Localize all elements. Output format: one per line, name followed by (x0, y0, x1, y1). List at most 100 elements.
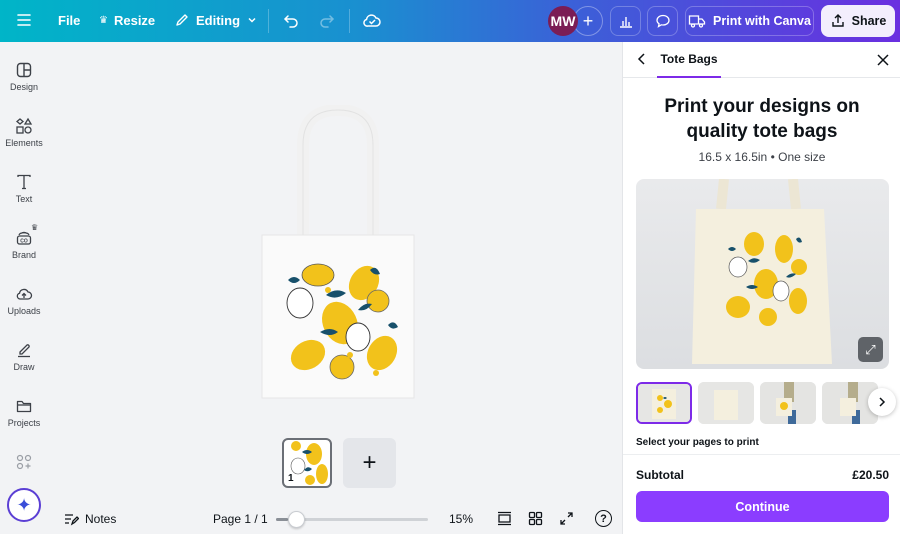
preview-thumbnails (636, 382, 900, 424)
expand-preview-button[interactable]: ⤢ (858, 337, 883, 362)
page-indicator: Page 1 / 1 (213, 512, 268, 526)
tote-photo (692, 179, 832, 364)
print-panel: Tote Bags Print your designs on quality … (622, 42, 900, 534)
folder-icon (16, 400, 32, 413)
print-with-canva-button[interactable]: Print with Canva (685, 6, 814, 36)
sidebar-item-uploads[interactable]: Uploads (0, 285, 48, 316)
layout-icon (16, 62, 32, 78)
crown-icon: ♛ (31, 223, 39, 232)
cloud-check-icon (363, 14, 381, 27)
sidebar-item-design[interactable]: Design (0, 61, 48, 92)
shapes-icon (15, 117, 33, 134)
grid-icon (528, 511, 543, 526)
help-icon: ? (600, 512, 607, 525)
cloud-upload-icon (16, 288, 33, 300)
insights-button[interactable] (610, 6, 641, 36)
resize-label: Resize (113, 13, 156, 28)
product-size: 16.5 x 16.5in • One size (698, 150, 826, 164)
expand-icon (560, 512, 573, 525)
subtotal-value: £20.50 (852, 468, 889, 482)
editing-mode-dropdown[interactable]: Editing (174, 12, 258, 28)
plus-icon: + (582, 10, 594, 31)
subtotal-label: Subtotal (636, 468, 684, 482)
resize-button[interactable]: ♛ Resize (99, 13, 155, 28)
comments-button[interactable] (647, 6, 678, 36)
sidebar-item-label: Elements (5, 138, 43, 148)
page-thumbnail[interactable]: 1 (282, 438, 332, 488)
undo-button[interactable] (282, 12, 300, 30)
redo-button[interactable] (318, 12, 336, 30)
panel-title: Print your designs on quality tote bags (664, 96, 860, 142)
sidebar-item-label: Draw (13, 362, 35, 372)
svg-text:CO: CO (20, 239, 28, 245)
left-sidebar: Design Elements Text ♛ CO Brand Uploads … (0, 42, 48, 534)
sidebar-item-projects[interactable]: Projects (0, 397, 48, 428)
sidebar-item-brand[interactable]: ♛ CO Brand (0, 223, 48, 260)
undo-icon (283, 15, 298, 28)
preview-thumb-3[interactable] (760, 382, 816, 424)
fullscreen-button[interactable] (559, 511, 574, 526)
sidebar-item-apps[interactable] (0, 453, 48, 471)
page-view-icon (498, 511, 511, 526)
grid-view-button[interactable] (528, 511, 543, 526)
sidebar-item-draw[interactable]: Draw (0, 341, 48, 372)
zoom-slider-fill (276, 518, 289, 521)
cloud-save-status[interactable] (362, 11, 382, 31)
expand-icon: ⤢ (865, 341, 876, 357)
hamburger-icon (17, 14, 31, 26)
page-view-button[interactable] (497, 511, 512, 526)
crown-icon: ♛ (99, 15, 108, 26)
divider (349, 9, 350, 33)
panel-header: Tote Bags (623, 42, 900, 78)
close-button[interactable] (876, 53, 890, 72)
continue-label: Continue (735, 499, 790, 514)
text-icon (17, 174, 31, 190)
preview-thumb-1[interactable] (636, 382, 692, 424)
preview-thumb-2[interactable] (698, 382, 754, 424)
chevron-down-icon (248, 17, 256, 23)
divider (268, 9, 269, 33)
menu-button[interactable] (16, 12, 32, 28)
subtotal-row: Subtotal £20.50 (636, 468, 889, 482)
file-label: File (58, 13, 81, 28)
pen-icon (18, 344, 30, 358)
notes-button[interactable]: Notes (64, 512, 116, 526)
continue-button[interactable]: Continue (636, 491, 889, 522)
sidebar-item-label: Design (9, 82, 38, 92)
tab-label: Tote Bags (660, 52, 718, 66)
tab-tote-bags[interactable]: Tote Bags (657, 42, 721, 78)
sidebar-item-text[interactable]: Text (0, 173, 48, 204)
truck-icon (688, 15, 706, 28)
apps-icon (16, 454, 32, 470)
sidebar-item-elements[interactable]: Elements (0, 117, 48, 148)
notes-label: Notes (85, 512, 117, 526)
back-button[interactable] (635, 52, 649, 71)
help-button[interactable]: ? (595, 510, 612, 527)
tote-bag-design[interactable] (258, 105, 418, 400)
magic-assistant-button[interactable]: ✦ (7, 488, 41, 522)
next-thumbnails-button[interactable] (868, 388, 896, 416)
share-button[interactable]: Share (821, 5, 895, 37)
sidebar-item-label: Brand (11, 250, 37, 260)
pencil-icon (176, 14, 188, 26)
close-icon (877, 54, 889, 66)
redo-icon (320, 15, 335, 28)
comment-icon (655, 14, 670, 28)
file-menu[interactable]: File (58, 13, 80, 28)
add-page-button[interactable]: + (343, 438, 396, 488)
share-label: Share (851, 14, 887, 28)
plus-icon: + (362, 449, 377, 476)
sparkle-icon: ✦ (16, 494, 32, 515)
sidebar-item-label: Uploads (7, 306, 41, 316)
sidebar-item-label: Text (15, 194, 33, 204)
chevron-left-icon (637, 53, 645, 65)
avatar[interactable]: MW (548, 6, 578, 36)
upload-share-icon (831, 14, 844, 27)
page-number: 1 (288, 473, 294, 484)
sidebar-item-label: Projects (7, 418, 41, 428)
bar-chart-icon (619, 17, 632, 28)
divider (623, 454, 900, 455)
zoom-level[interactable]: 15% (449, 512, 473, 526)
product-preview-image: ⤢ (636, 179, 889, 369)
editing-label: Editing (196, 12, 241, 28)
